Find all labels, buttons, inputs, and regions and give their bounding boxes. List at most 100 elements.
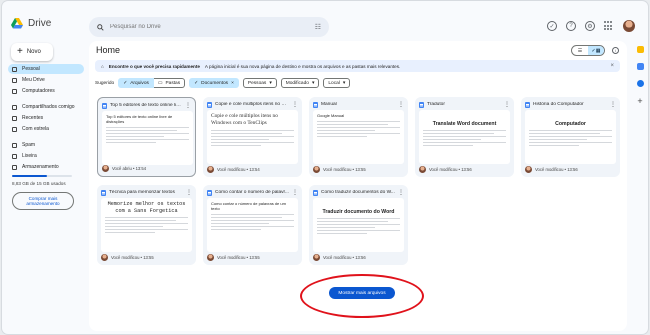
thumb-title: Google Manual: [317, 113, 345, 118]
card-thumbnail: Memorize melhor os textos com a Sans For…: [101, 198, 192, 252]
keep-icon[interactable]: [636, 46, 644, 53]
doc-icon: [313, 189, 318, 196]
filter-bar: Sugerido ✓ Arquivos ▭ Pastas ✓ Documentos × …: [95, 78, 351, 88]
info-icon[interactable]: i: [612, 47, 619, 54]
sidebar-item-shared[interactable]: Compartilhados comigo: [8, 102, 84, 112]
more-options-icon[interactable]: ⋮: [185, 102, 191, 109]
buy-storage-button[interactable]: Comprar mais armazenamento: [12, 192, 74, 210]
card-header: Como traduzir documentos do W... ⋮: [313, 189, 404, 196]
thumb-text-lines: [529, 130, 612, 146]
drive-window: Drive ☷ ✓ ? ⚙ + Novo Pessoal Meu Drive C…: [2, 1, 648, 334]
drive-icon: [11, 18, 23, 29]
location-chip[interactable]: Local ▾: [323, 78, 351, 88]
people-chip[interactable]: Pessoas ▾: [242, 78, 277, 88]
card-footer: Você abriu • 13:54: [102, 165, 146, 172]
settings-icon[interactable]: ⚙: [585, 21, 595, 31]
check-icon: ✓: [123, 80, 128, 86]
card-title: Como traduzir documentos do W...: [321, 190, 395, 195]
more-options-icon[interactable]: ⋮: [292, 189, 298, 196]
home-icon: [12, 66, 17, 72]
card-meta: Você modificou • 13:55: [323, 167, 366, 172]
clock-icon: [12, 115, 17, 121]
close-icon[interactable]: ×: [610, 63, 614, 69]
file-card[interactable]: Como contar o número de palavr... ⋮ Como…: [203, 185, 302, 265]
info-banner: ⌂ Encontre o que você precisa rapidament…: [95, 60, 620, 72]
card-meta: Você modificou • 13:56: [429, 167, 472, 172]
filter-label: Sugerido: [95, 80, 115, 86]
help-icon[interactable]: ?: [566, 21, 576, 31]
doc-icon: [102, 102, 107, 109]
drive-logo[interactable]: Drive: [11, 18, 51, 29]
thumb-title: Traduzir documento do Word: [322, 209, 395, 215]
account-avatar[interactable]: [623, 20, 635, 32]
documents-chip[interactable]: ✓ Documentos ×: [189, 78, 239, 88]
drive-folder-icon: [12, 77, 17, 83]
sidebar-item-label: Lixeira: [22, 153, 37, 159]
card-thumbnail: Traduzir documento do Word: [313, 198, 404, 252]
card-meta: Você modificou • 13:54: [217, 167, 260, 172]
apps-grid-icon[interactable]: [604, 21, 614, 31]
doc-icon: [313, 101, 318, 108]
search-options-icon[interactable]: ☷: [315, 23, 321, 31]
thumb-title: Computador: [555, 121, 586, 127]
thumb-text-lines: [317, 121, 400, 138]
sidebar-item-label: Recentes: [22, 115, 44, 121]
avatar: [101, 254, 108, 261]
more-options-icon[interactable]: ⋮: [504, 101, 510, 108]
sidebar-item-label: Pessoal: [22, 66, 40, 72]
thumb-text-lines: [211, 214, 294, 231]
sidebar-item-starred[interactable]: Com estrela: [8, 124, 84, 134]
storage-bar: [12, 175, 72, 177]
more-options-icon[interactable]: ⋮: [610, 101, 616, 108]
contacts-icon[interactable]: [636, 80, 644, 87]
sidebar-item-computers[interactable]: Computadores: [8, 86, 84, 96]
status-icon[interactable]: ✓: [547, 21, 557, 31]
add-app-icon[interactable]: +: [637, 97, 642, 106]
sidebar-item-home[interactable]: Pessoal: [8, 64, 84, 74]
search-bar[interactable]: ☷: [89, 17, 329, 37]
sidebar-item-spam[interactable]: Spam: [8, 140, 84, 150]
thumb-title: Memorize melhor os textos com a Sans For…: [107, 201, 186, 214]
file-card[interactable]: Copie e cole múltiplos itens no Wi... ⋮ …: [203, 97, 302, 177]
more-options-icon[interactable]: ⋮: [398, 189, 404, 196]
list-view-icon[interactable]: ☰: [572, 46, 588, 55]
files-chip[interactable]: ✓ Arquivos: [118, 78, 154, 88]
card-footer: Você modificou • 13:56: [525, 166, 578, 173]
chip-label: Local: [328, 80, 340, 86]
chip-label: Modificado: [285, 80, 309, 86]
file-card[interactable]: Técnica para memorizar textos ⋮ Memorize…: [97, 185, 196, 265]
avatar: [102, 165, 109, 172]
card-thumbnail: Computador: [525, 110, 616, 164]
sidebar-item-my-drive[interactable]: Meu Drive: [8, 75, 84, 85]
sidebar-item-label: Meu Drive: [22, 77, 45, 83]
modified-chip[interactable]: Modificado ▾: [280, 78, 320, 88]
sidebar-item-recent[interactable]: Recentes: [8, 113, 84, 123]
more-options-icon[interactable]: ⋮: [398, 101, 404, 108]
side-panel-apps: +: [634, 46, 646, 106]
storage-text: 8,83 GB de 15 GB usados: [12, 181, 66, 186]
chip-label: Documentos: [201, 80, 229, 86]
more-options-icon[interactable]: ⋮: [292, 101, 298, 108]
sidebar-item-storage[interactable]: Armazenamento: [8, 162, 84, 172]
clear-icon[interactable]: ×: [231, 81, 234, 86]
file-card[interactable]: História do Computador ⋮ Computador Você…: [521, 97, 620, 177]
search-input[interactable]: [110, 24, 309, 30]
view-toggle: ☰ ✓▦: [571, 45, 605, 56]
sidebar-item-trash[interactable]: Lixeira: [8, 151, 84, 161]
chip-label: Arquivos: [130, 80, 149, 86]
card-title: Copie e cole múltiplos itens no Wi...: [215, 102, 289, 107]
grid-view-icon[interactable]: ✓▦: [588, 46, 604, 55]
cloud-icon: [12, 164, 17, 170]
file-card[interactable]: Manual ⋮ Google Manual Você modificou • …: [309, 97, 408, 177]
thumb-text-lines: [211, 129, 294, 146]
more-options-icon[interactable]: ⋮: [186, 189, 192, 196]
card-title: História do Computador: [533, 102, 584, 107]
tasks-icon[interactable]: [636, 63, 644, 70]
folders-chip[interactable]: ▭ Pastas: [153, 78, 186, 88]
file-card[interactable]: Top 5 editores de texto online livr... ⋮…: [97, 97, 196, 177]
new-button[interactable]: + Novo: [11, 43, 53, 61]
star-icon: [12, 126, 17, 132]
file-card[interactable]: Como traduzir documentos do W... ⋮ Tradu…: [309, 185, 408, 265]
trash-icon: [12, 153, 17, 159]
file-card[interactable]: Tradutor ⋮ Translate Word document Você …: [415, 97, 514, 177]
